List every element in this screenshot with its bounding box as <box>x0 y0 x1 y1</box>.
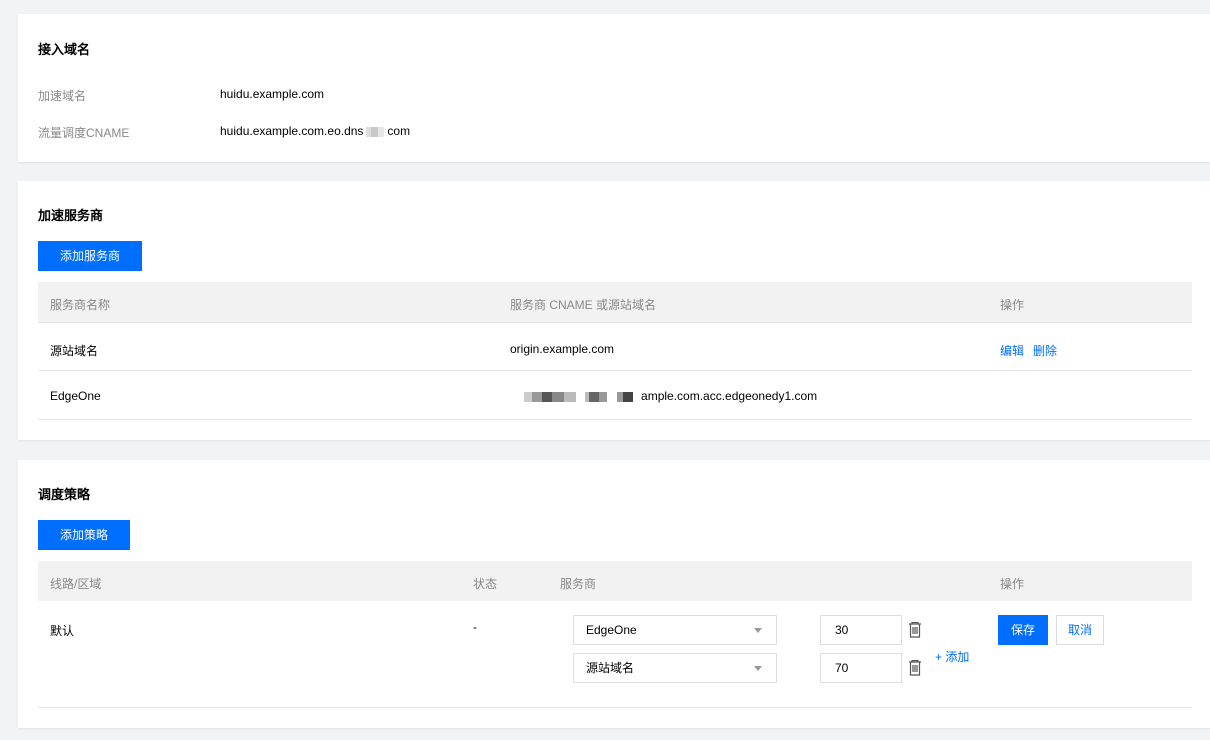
provider-cname: origin.example.com <box>510 342 615 356</box>
weight-input-2[interactable]: 70 <box>820 653 902 683</box>
chevron-down-icon <box>754 666 762 671</box>
provider-select-2[interactable]: 源站域名 <box>573 653 777 683</box>
redacted-mosaic <box>524 391 576 402</box>
provider-cname-visible: ample.com.acc.edgeonedy1.com <box>641 389 818 403</box>
provider-select-1[interactable]: EdgeOne <box>573 615 777 645</box>
providers-card: 加速服务商 添加服务商 服务商名称 服务商 CNAME 或源站域名 操作 源站域… <box>18 181 1210 440</box>
provider-name: EdgeOne <box>50 389 101 403</box>
acceleration-domain-value: huidu.example.com <box>220 87 325 101</box>
col-provider: 服务商 <box>560 577 597 591</box>
table-row: 默认 - EdgeOne 30 源站域名 70 + 添加 保存 取消 <box>38 601 1192 708</box>
traffic-cname-label: 流量调度CNAME <box>38 126 130 140</box>
table-row: 源站域名 origin.example.com 编辑 删除 <box>38 322 1192 371</box>
traffic-cname-prefix: huidu.example.com.eo.dns <box>220 124 364 138</box>
providers-table: 服务商名称 服务商 CNAME 或源站域名 操作 源站域名 origin.exa… <box>38 282 1192 420</box>
chevron-down-icon <box>754 628 762 633</box>
access-domain-title: 接入域名 <box>38 42 91 57</box>
edit-provider-link[interactable]: 编辑 <box>1000 342 1024 359</box>
col-provider-cname: 服务商 CNAME 或源站域名 <box>510 298 657 312</box>
table-row: EdgeOne ample.com.acc.edgeonedy1.com <box>38 371 1192 420</box>
access-domain-card: 接入域名 加速域名 huidu.example.com 流量调度CNAME hu… <box>18 14 1210 162</box>
redacted-mosaic <box>366 126 385 137</box>
strategy-table: 线路/区域 状态 服务商 操作 默认 - EdgeOne 30 源站域名 70 <box>38 561 1192 708</box>
col-status: 状态 <box>473 577 498 591</box>
add-provider-row-link[interactable]: + 添加 <box>935 648 969 665</box>
strategy-title: 调度策略 <box>38 487 91 502</box>
provider-select-2-value: 源站域名 <box>586 661 635 675</box>
trash-icon[interactable] <box>908 621 922 638</box>
weight-input-1[interactable]: 30 <box>820 615 902 645</box>
traffic-cname-suffix: com <box>387 124 411 138</box>
region-value: 默认 <box>50 624 75 638</box>
add-provider-button[interactable]: 添加服务商 <box>38 241 142 271</box>
cancel-button[interactable]: 取消 <box>1056 615 1104 645</box>
strategy-table-header: 线路/区域 状态 服务商 操作 <box>38 561 1192 601</box>
delete-provider-link[interactable]: 删除 <box>1033 342 1057 359</box>
provider-select-1-value: EdgeOne <box>586 623 637 637</box>
add-strategy-button[interactable]: 添加策略 <box>38 520 130 550</box>
col-provider-name: 服务商名称 <box>50 298 111 312</box>
redacted-mosaic <box>616 391 633 402</box>
acceleration-domain-label: 加速域名 <box>38 89 87 103</box>
traffic-cname-value: huidu.example.com.eo.dns com <box>220 124 410 138</box>
provider-cname: ample.com.acc.edgeonedy1.com <box>524 389 817 403</box>
col-actions: 操作 <box>1000 577 1025 591</box>
trash-icon[interactable] <box>908 659 922 676</box>
strategy-card: 调度策略 添加策略 线路/区域 状态 服务商 操作 默认 - EdgeOne 3… <box>18 460 1210 728</box>
col-region: 线路/区域 <box>50 577 102 591</box>
save-button[interactable]: 保存 <box>998 615 1048 645</box>
col-provider-actions: 操作 <box>1000 298 1025 312</box>
provider-name: 源站域名 <box>50 344 99 358</box>
providers-table-header: 服务商名称 服务商 CNAME 或源站域名 操作 <box>38 282 1192 322</box>
status-value: - <box>473 620 477 634</box>
providers-title: 加速服务商 <box>38 208 104 223</box>
redacted-mosaic <box>585 391 608 402</box>
